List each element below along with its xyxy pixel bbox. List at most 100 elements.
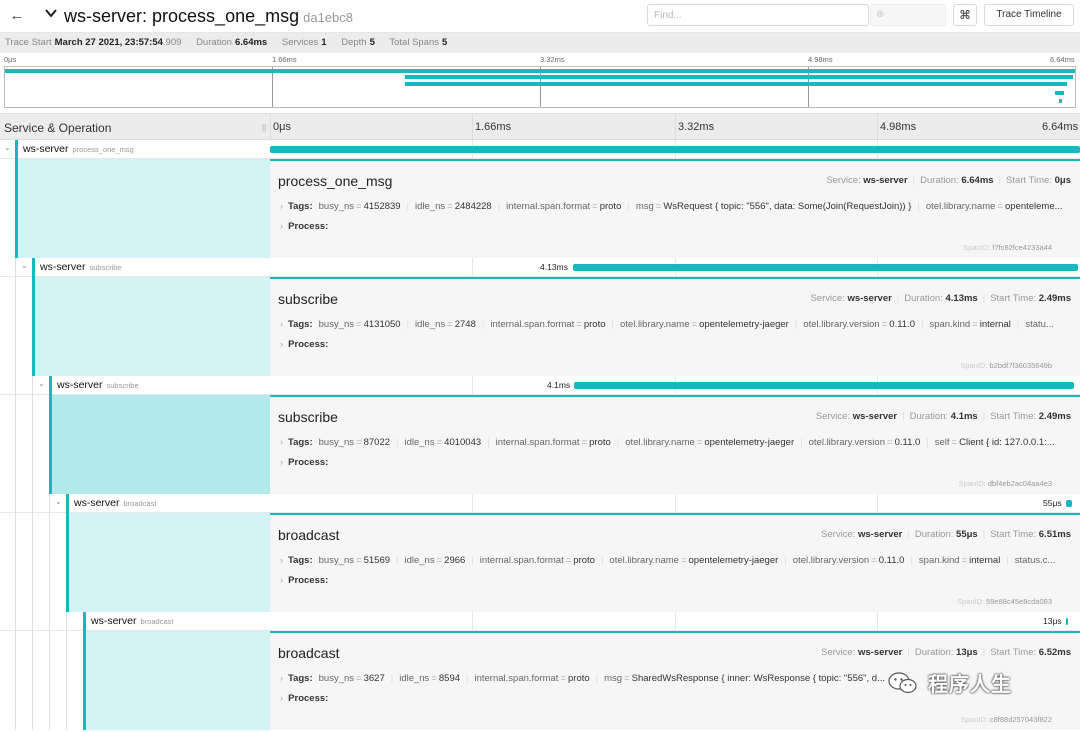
span-timeline[interactable]: 4.1ms <box>270 376 1080 395</box>
tag-value: internal <box>979 319 1011 330</box>
timeline-gridline <box>675 612 676 631</box>
span-row[interactable]: ⌄ ws-server process_one_msg <box>0 140 1080 159</box>
chevron-down-icon[interactable]: ⌄ <box>55 497 62 506</box>
keyboard-shortcuts-button[interactable]: ⌘ <box>953 4 977 26</box>
detail-summary: Service: ws-server | Duration: 4.13ms | Star… <box>810 293 1071 304</box>
detail-duration: 4.1ms <box>950 411 978 422</box>
tree-guide <box>15 376 16 395</box>
tag-key: internal.span.format <box>474 673 559 684</box>
watermark-text: 程序人生 <box>928 674 1012 696</box>
tag-key: otel.library.name <box>619 319 690 330</box>
span-row[interactable]: ⌄ ws-server broadcast 55μs <box>0 494 1080 513</box>
span-operation: broadcast <box>140 617 174 626</box>
tags-section[interactable]: › Tags: busy_ns = 87022 | idle_ns = 4010043 | inte… <box>280 437 1075 448</box>
span-timeline[interactable]: 55μs <box>270 494 1080 513</box>
minimap-gridline <box>272 67 273 107</box>
tag-key: idle_ns <box>415 201 446 212</box>
tag-key: span.kind <box>929 319 971 330</box>
timeline-gridline <box>472 612 473 631</box>
total-spans-label: Total Spans <box>389 37 440 48</box>
find-nav-icon[interactable]: ⊕ <box>870 4 946 26</box>
trace-header: ← ws-server: process_one_msgda1ebc8 ⊕ ⌘ … <box>0 0 1080 33</box>
span-bar[interactable] <box>1066 500 1072 507</box>
span-id-label: SpanID: <box>956 597 985 606</box>
tag-value: 2484228 <box>454 201 492 212</box>
span-name-cell[interactable]: ⌄ ws-server broadcast <box>0 494 270 513</box>
tag-key: otel.library.name <box>625 437 695 448</box>
span-row[interactable]: ⌄ ws-server subscribe 4.13ms <box>0 258 1080 277</box>
tag-key: msg <box>604 673 623 684</box>
detail-service-label: Service: <box>821 647 856 658</box>
detail-summary: Service: ws-server | Duration: 55μs | Start … <box>821 529 1071 540</box>
span-name-cell[interactable]: ws-server broadcast <box>0 612 270 631</box>
timeline-ticks: 0μs 1.66ms 3.32ms 4.98ms 6.64ms <box>270 114 1080 141</box>
tick-gridline <box>877 114 878 141</box>
arrow-left-icon[interactable]: ← <box>6 5 28 27</box>
chevron-down-icon[interactable]: ⌄ <box>4 143 11 152</box>
span-duration-label: 4.13ms <box>540 262 568 272</box>
span-detail: broadcast Service: ws-server | Duration: 1… <box>0 631 1080 730</box>
detail-operation: broadcast <box>278 645 340 661</box>
span-duration-label: 4.1ms <box>547 380 571 390</box>
process-section[interactable]: › Process: <box>280 221 328 232</box>
tag-value: 4131050 <box>363 319 401 330</box>
span-bar[interactable] <box>270 146 1080 153</box>
span-bar[interactable] <box>574 382 1074 389</box>
timeline-gridline <box>472 258 473 277</box>
timeline-tick-label: 1.66ms <box>475 121 512 133</box>
minimap-tick: 6.64ms <box>1050 55 1075 64</box>
tags-section[interactable]: › Tags: busy_ns = 4131050 | idle_ns = 2748 | inter… <box>280 319 1075 330</box>
tag-value: proto <box>573 555 595 566</box>
span-row[interactable]: ws-server broadcast 13μs <box>0 612 1080 631</box>
span-timeline[interactable]: 4.13ms <box>270 258 1080 277</box>
span-name-cell[interactable]: ⌄ ws-server subscribe <box>0 258 270 277</box>
span-detail-fill <box>52 395 270 494</box>
detail-start-label: Start Time: <box>990 293 1037 304</box>
span-detail-pane: broadcast Service: ws-server | Duration: 5… <box>270 513 1080 612</box>
process-section[interactable]: › Process: <box>280 339 328 350</box>
chevron-right-icon: › <box>280 693 284 704</box>
detail-service-label: Service: <box>810 293 845 304</box>
tag-key: msg <box>635 201 654 212</box>
span-timeline[interactable]: 13μs <box>270 612 1080 631</box>
chevron-down-icon[interactable]: ⌄ <box>21 261 28 270</box>
detail-start-label: Start Time: <box>990 411 1037 422</box>
timeline-tick-label: 4.98ms <box>880 121 917 133</box>
process-section[interactable]: › Process: <box>280 457 328 468</box>
process-section[interactable]: › Process: <box>280 693 328 704</box>
span-bar[interactable] <box>573 264 1078 271</box>
span-service: ws-server <box>74 497 120 509</box>
span-name-cell[interactable]: ⌄ ws-server process_one_msg <box>0 140 270 159</box>
process-section[interactable]: › Process: <box>280 575 328 586</box>
span-id-label: SpanID: <box>960 361 988 370</box>
detail-duration: 13μs <box>956 647 978 658</box>
tags-label: Tags: <box>288 437 313 448</box>
tag-key: otel.library.version <box>808 437 885 448</box>
column-resize-handle[interactable]: || <box>262 123 266 132</box>
tree-guide <box>32 376 33 395</box>
find-input[interactable] <box>647 4 869 26</box>
tags-section[interactable]: › Tags: busy_ns = 4152839 | idle_ns = 2484228 | in… <box>280 201 1075 212</box>
timeline-tick-label: 3.32ms <box>678 121 715 133</box>
process-label: Process: <box>288 693 329 704</box>
trace-minimap[interactable]: 0μs 1.66ms 3.32ms 4.98ms 6.64ms <box>0 53 1080 111</box>
detail-operation: subscribe <box>278 291 338 307</box>
span-id-label: SpanID: <box>958 479 986 488</box>
chevron-down-icon[interactable] <box>41 5 61 25</box>
tag-key: otel.library.version <box>803 319 880 330</box>
span-detail: subscribe Service: ws-server | Duration: 4… <box>0 395 1080 494</box>
detail-summary: Service: ws-server | Duration: 13μs | Start … <box>821 647 1071 658</box>
chevron-down-icon[interactable]: ⌄ <box>38 379 45 388</box>
span-row[interactable]: ⌄ ws-server subscribe 4.1ms <box>0 376 1080 395</box>
trace-timeline-button[interactable]: Trace Timeline <box>984 4 1074 26</box>
tags-section[interactable]: › Tags: busy_ns = 51569 | idle_ns = 2966 | interna… <box>280 555 1075 566</box>
tag-value: 2966 <box>444 555 466 566</box>
minimap-canvas[interactable] <box>4 66 1076 108</box>
span-id-label: SpanID: <box>960 715 988 724</box>
span-id: SpanID: f7fc82fce4233a44 <box>963 243 1052 252</box>
timeline-gridline <box>877 494 878 513</box>
span-bar[interactable] <box>1066 618 1068 625</box>
span-name-cell[interactable]: ⌄ ws-server subscribe <box>0 376 270 395</box>
tree-guide <box>15 277 16 376</box>
span-timeline[interactable] <box>270 140 1080 159</box>
